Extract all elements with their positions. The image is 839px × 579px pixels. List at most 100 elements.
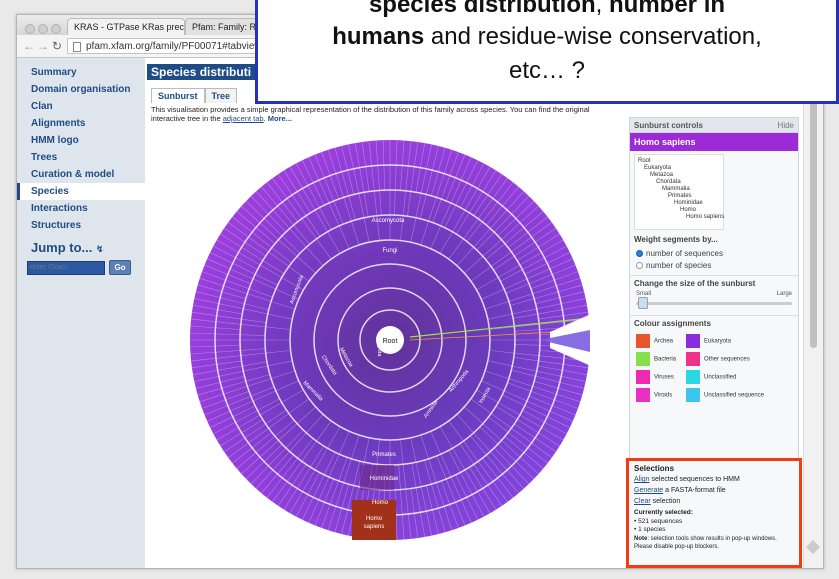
label-fungi: Fungi xyxy=(382,248,397,254)
legend-item: Other sequences xyxy=(686,352,750,366)
tax-hominidae: Hominidae xyxy=(674,200,703,206)
jump-input[interactable] xyxy=(27,260,105,275)
legend-item: Archea xyxy=(636,334,673,348)
page-diamond-icon xyxy=(805,539,821,555)
tax-root: Root xyxy=(638,158,651,164)
legend-label: Bacteria xyxy=(654,356,677,363)
weight-title: Weight segments by... xyxy=(634,235,718,244)
label-root: Root xyxy=(383,338,398,345)
legend-label: Viroids xyxy=(654,392,673,399)
sidebar-item-domain-organisation[interactable]: Domain organisation xyxy=(17,81,145,98)
more-link[interactable]: More... xyxy=(268,114,292,123)
label-primates: Primates xyxy=(372,452,396,458)
tax-metazoa: Metazoa xyxy=(650,172,674,178)
subtabs: Sunburst Tree xyxy=(151,86,238,104)
legend-label: Unclassified sequence xyxy=(704,392,765,399)
overlay-bold-number: number in xyxy=(609,0,726,18)
hide-button[interactable]: Hide xyxy=(778,121,794,130)
tax-primates: Primates xyxy=(668,193,692,199)
adjacent-tab-link[interactable]: adjacent tab xyxy=(223,114,264,123)
selections-box: Selections Align selected sequences to H… xyxy=(626,458,802,568)
overlay-bold-humans: humans xyxy=(332,23,425,50)
legend-label: Eukaryota xyxy=(704,338,732,345)
description: This visualisation provides a simple gra… xyxy=(151,105,590,123)
controls-title: Sunburst controls xyxy=(634,121,703,130)
legend-swatch xyxy=(686,370,700,384)
size-large-label: Large xyxy=(776,291,792,297)
tax-homo: Homo xyxy=(680,207,697,213)
selected-species: Homo sapiens xyxy=(630,133,798,151)
slider-handle[interactable] xyxy=(638,297,648,309)
sidebar-item-clan[interactable]: Clan xyxy=(17,98,145,115)
tax-mammalia: Mammalia xyxy=(662,186,690,192)
help-icon[interactable]: ↯ xyxy=(96,244,104,254)
legend-item: Unclassified xyxy=(686,370,736,384)
sidebar-item-species[interactable]: Species xyxy=(17,183,145,200)
sidebar-item-trees[interactable]: Trees xyxy=(17,149,145,166)
legend-item: Viruses xyxy=(636,370,674,384)
main-panel: Species distributi Sunburst Tree This vis… xyxy=(145,58,803,568)
scrollbar[interactable] xyxy=(803,58,823,568)
legend-swatch xyxy=(686,352,700,366)
legend-swatch xyxy=(686,388,700,402)
species-count: 1 species xyxy=(638,526,666,533)
sidebar-item-interactions[interactable]: Interactions xyxy=(17,200,145,217)
page-icon xyxy=(73,42,81,52)
tab-sunburst[interactable]: Sunburst xyxy=(151,88,205,103)
legend-swatch xyxy=(686,334,700,348)
go-button[interactable]: Go xyxy=(109,260,131,276)
size-slider[interactable] xyxy=(636,297,792,309)
legend-item: Eukaryota xyxy=(686,334,731,348)
label-eukaryota: Eukaryota xyxy=(376,332,382,358)
radio-number-of-species[interactable]: number of species xyxy=(636,261,711,270)
legend-label: Archea xyxy=(654,338,674,345)
legend-label: Viruses xyxy=(654,374,674,381)
colour-title: Colour assignments xyxy=(634,319,711,328)
sidebar-item-alignments[interactable]: Alignments xyxy=(17,115,145,132)
currently-selected-title: Currently selected: xyxy=(634,509,693,516)
legend-item: Unclassified sequence xyxy=(686,388,764,402)
url-text: pfam.xfam.org/family/PF00071#tabview=ta xyxy=(86,41,276,52)
back-arrow-icon[interactable]: ← xyxy=(23,39,35,53)
generate-link[interactable]: Generate xyxy=(634,487,663,494)
size-title: Change the size of the sunburst xyxy=(634,279,756,288)
tax-homo-sapiens: Homo sapiens xyxy=(686,214,725,220)
tax-chordata: Chordata xyxy=(656,179,681,185)
taxonomy-tree: Root Eukaryota Metazoa Chordata Mammalia… xyxy=(634,154,724,230)
overlay-line-3: etc… ? xyxy=(508,57,586,84)
legend-item: Viroids xyxy=(636,388,672,402)
legend-swatch xyxy=(636,352,650,366)
slide-overlay-text: species distribution, number in humans a… xyxy=(255,0,839,104)
legend-swatch xyxy=(636,334,650,348)
reload-icon[interactable]: ↻ xyxy=(52,39,62,53)
legend-swatch xyxy=(636,370,650,384)
scrollbar-thumb[interactable] xyxy=(810,68,817,348)
forward-arrow-icon[interactable]: → xyxy=(37,39,49,53)
label-homo-sapiens-2: sapiens xyxy=(364,524,385,530)
sidebar-item-hmm-logo[interactable]: HMM logo xyxy=(17,132,145,149)
legend-label: Other sequences xyxy=(704,356,750,363)
clear-link[interactable]: Clear xyxy=(634,498,651,505)
sunburst-chart[interactable]: Root Fungi Ascomycota Eukaryota Metazoa … xyxy=(185,130,595,550)
browser-tab-kras[interactable]: KRAS - GTPase KRas prec× xyxy=(67,18,185,35)
sunburst-controls-panel: Sunburst controls Hide Homo sapiens Root … xyxy=(626,117,802,568)
label-hominidae: Hominidae xyxy=(370,476,399,482)
label-homo: Homo xyxy=(372,500,389,506)
sidebar-item-structures[interactable]: Structures xyxy=(17,217,145,234)
legend-swatch xyxy=(636,388,650,402)
tax-eukaryota: Eukaryota xyxy=(644,165,672,171)
align-link[interactable]: Align xyxy=(634,476,650,483)
tab-title: KRAS - GTPase KRas prec xyxy=(74,22,185,32)
tab-title: Pfam: Family: Ra xyxy=(192,22,262,32)
jump-title: Jump to... ↯ xyxy=(31,240,104,255)
legend-label: Unclassified xyxy=(704,374,737,381)
overlay-bold-species: species distribution xyxy=(368,0,596,18)
selections-title: Selections xyxy=(634,464,675,473)
radio-number-of-sequences[interactable]: number of sequences xyxy=(636,249,723,258)
sidebar-item-curation-model[interactable]: Curation & model xyxy=(17,166,145,183)
seq-count: 521 sequences xyxy=(638,518,683,525)
sidebar-item-summary[interactable]: Summary xyxy=(17,64,145,81)
sidebar: Summary Domain organisation Clan Alignments… xyxy=(17,58,145,568)
tab-tree[interactable]: Tree xyxy=(204,88,238,103)
description-text: This visualisation provides a simple gra… xyxy=(151,105,590,123)
